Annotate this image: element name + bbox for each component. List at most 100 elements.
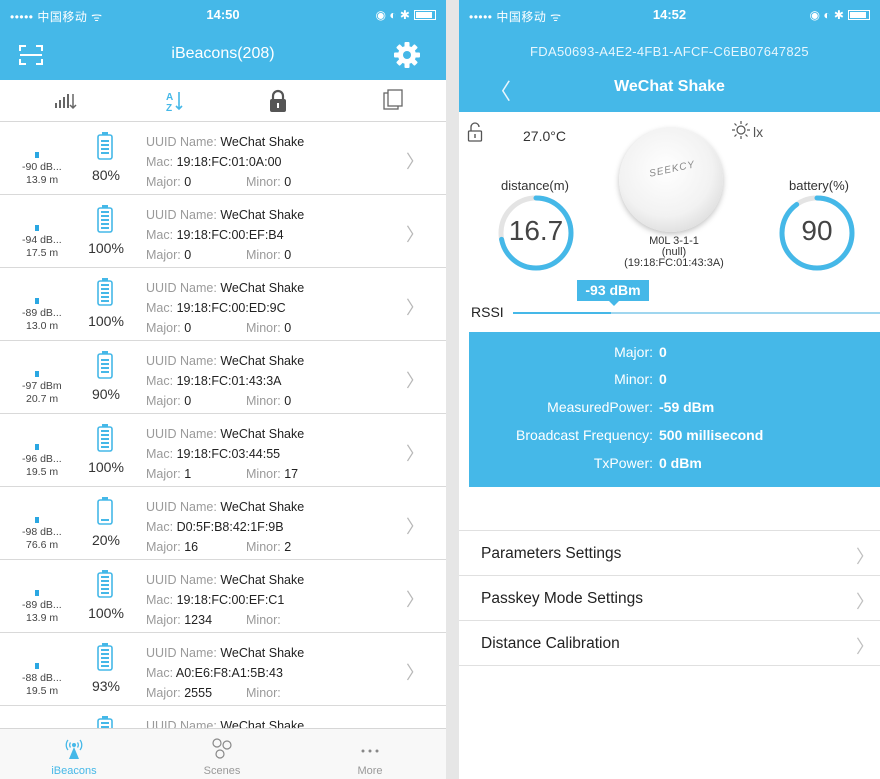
detail-value: 500 millisecond xyxy=(659,427,764,443)
beacon-device-image: SEEKCY xyxy=(619,128,723,232)
distance-value: 13.9 m xyxy=(26,612,59,624)
uuid-name: WeChat Shake xyxy=(220,281,305,295)
list-item[interactable]: UUID Name: WeChat Shake xyxy=(0,706,446,728)
distance-value: 76.6 m xyxy=(26,539,59,551)
chevron-right-icon: 〉 xyxy=(856,592,874,612)
battery-percent: 100% xyxy=(88,605,124,621)
uuid-label: UUID Name: xyxy=(146,281,217,295)
sort-toolbar: A Z xyxy=(0,80,446,122)
chevron-right-icon: 〉 xyxy=(406,371,424,391)
mac-label: Mac: xyxy=(146,228,174,242)
menu-parameters-settings[interactable]: Parameters Settings 〉 xyxy=(459,531,880,576)
minor-label: Minor: xyxy=(246,613,281,627)
nav-bar: iBeacons(208) xyxy=(0,30,446,80)
list-item[interactable]: -89 dB... 13.9 m 100% UUID Name: WeChat … xyxy=(0,560,446,647)
battery-icon xyxy=(97,424,113,452)
detail-value: 0 xyxy=(659,344,667,360)
distance-value: 13.9 m xyxy=(26,174,59,186)
copy-icon[interactable] xyxy=(378,88,408,114)
tab-ibeacons[interactable]: iBeacons xyxy=(0,729,148,779)
status-icons: ◉ ◐ ✱ xyxy=(810,8,870,22)
list-item[interactable]: -98 dB... 76.6 m 20% UUID Name: WeChat S… xyxy=(0,487,446,560)
uuid-label: UUID Name: xyxy=(146,646,217,660)
beacon-info: UUID Name: WeChat Shake Mac: 19:18:FC:03… xyxy=(146,424,304,484)
beacon-info: UUID Name: WeChat Shake Mac: A0:E6:F8:A1… xyxy=(146,643,304,720)
menu-passkey-mode-settings[interactable]: Passkey Mode Settings 〉 xyxy=(459,576,880,621)
list-item[interactable]: -88 dB... 19.5 m 93% UUID Name: WeChat S… xyxy=(0,633,446,720)
lock-filter-icon[interactable] xyxy=(263,88,293,114)
distance-value: 16.7 xyxy=(508,215,564,246)
battery-label: battery(%) xyxy=(789,178,849,193)
uuid-name: WeChat Shake xyxy=(220,135,305,149)
uuid-label: UUID Name: xyxy=(146,427,217,441)
uuid-name: WeChat Shake xyxy=(220,354,305,368)
beacon-info: UUID Name: WeChat Shake Mac: 19:18:FC:00… xyxy=(146,205,304,265)
rssi-value: -89 dB... xyxy=(22,599,62,611)
signal-sort-icon[interactable] xyxy=(50,88,80,114)
minor-label: Minor: xyxy=(246,686,281,700)
battery-percent: 93% xyxy=(91,678,121,694)
battery-icon xyxy=(97,205,113,233)
rssi-value: -97 dBm xyxy=(22,380,62,392)
detail-row: Broadcast Frequency: 500 millisecond xyxy=(469,427,880,449)
distance-value: 13.0 m xyxy=(26,320,59,332)
uuid-label: UUID Name: xyxy=(146,719,217,728)
signal-strength-icon xyxy=(35,298,39,304)
mac-address: 19:18:FC:01:0A:00 xyxy=(176,155,282,169)
rssi-value: -89 dB... xyxy=(22,307,62,319)
uuid-name: WeChat Shake xyxy=(220,208,305,222)
tab-scenes[interactable]: Scenes xyxy=(148,729,296,779)
mac-label: Mac: xyxy=(146,374,174,388)
mac-label: Mac: xyxy=(146,666,174,680)
status-misc-icons: ◉ ◐ ✱ xyxy=(809,8,844,22)
more-icon xyxy=(361,749,379,753)
mac-label: Mac: xyxy=(146,593,174,607)
detail-key: MeasuredPower: xyxy=(547,399,653,415)
rssi-tooltip: -93 dBm xyxy=(577,280,649,306)
menu-label: Parameters Settings xyxy=(481,545,622,562)
signal-strength-icon xyxy=(35,444,39,450)
alpha-sort-icon[interactable]: A Z xyxy=(160,88,190,114)
chevron-right-icon: 〉 xyxy=(406,444,424,464)
minor-value: 17 xyxy=(284,467,299,481)
detail-header: FDA50693-A4E2-4FB1-AFCF-C6EB07647825 〈 W… xyxy=(459,30,880,112)
menu-label: Passkey Mode Settings xyxy=(481,590,643,607)
battery-icon xyxy=(97,497,113,525)
list-item[interactable]: -97 dBm 20.7 m 90% UUID Name: WeChat Sha… xyxy=(0,341,446,414)
minor-label: Minor: xyxy=(246,175,281,189)
temperature-value: 27.0°C xyxy=(523,128,566,144)
minor-label: Minor: xyxy=(246,540,281,554)
beacon-info: UUID Name: WeChat Shake Mac: 19:18:FC:00… xyxy=(146,570,304,647)
beacon-details-panel: Major: 0 Minor: 0 MeasuredPower: -59 dBm Br… xyxy=(469,332,880,487)
list-item[interactable]: -94 dB... 17.5 m 100% UUID Name: WeChat … xyxy=(0,195,446,268)
detail-value: -59 dBm xyxy=(659,399,715,415)
minor-value: 0 xyxy=(284,394,292,408)
rssi-value: -94 dB... xyxy=(22,234,62,246)
list-item[interactable]: -96 dB... 19.5 m 100% UUID Name: WeChat … xyxy=(0,414,446,487)
tab-label: iBeacons xyxy=(51,765,97,777)
signal-strength-icon xyxy=(35,663,39,669)
mac-address: 19:18:FC:03:44:55 xyxy=(176,447,281,461)
distance-label: distance(m) xyxy=(501,178,569,193)
list-item[interactable]: -90 dB... 13.9 m 80% UUID Name: WeChat S… xyxy=(0,122,446,195)
list-item[interactable]: -89 dB... 13.0 m 100% UUID Name: WeChat … xyxy=(0,268,446,341)
menu-distance-calibration[interactable]: Distance Calibration 〉 xyxy=(459,621,880,666)
battery-icon xyxy=(97,132,113,160)
uuid-label: UUID Name: xyxy=(146,208,217,222)
gear-icon[interactable] xyxy=(392,40,422,70)
chevron-right-icon: 〉 xyxy=(406,590,424,610)
battery-icon xyxy=(97,570,113,598)
major-label: Major: xyxy=(146,613,181,627)
detail-key: Minor: xyxy=(614,371,653,387)
mac-address: D0:5F:B8:42:1F:9B xyxy=(176,520,284,534)
mac-label: Mac: xyxy=(146,447,174,461)
mac-address: 19:18:FC:00:EF:C1 xyxy=(176,593,285,607)
battery-icon xyxy=(97,716,113,728)
major-label: Major: xyxy=(146,540,181,554)
scenes-icon xyxy=(212,738,232,759)
major-value: 2555 xyxy=(184,686,213,700)
uuid-label: UUID Name: xyxy=(146,354,217,368)
tab-more[interactable]: More xyxy=(296,729,444,779)
detail-row: Minor: 0 xyxy=(469,371,880,393)
distance-value: 19.5 m xyxy=(26,466,59,478)
